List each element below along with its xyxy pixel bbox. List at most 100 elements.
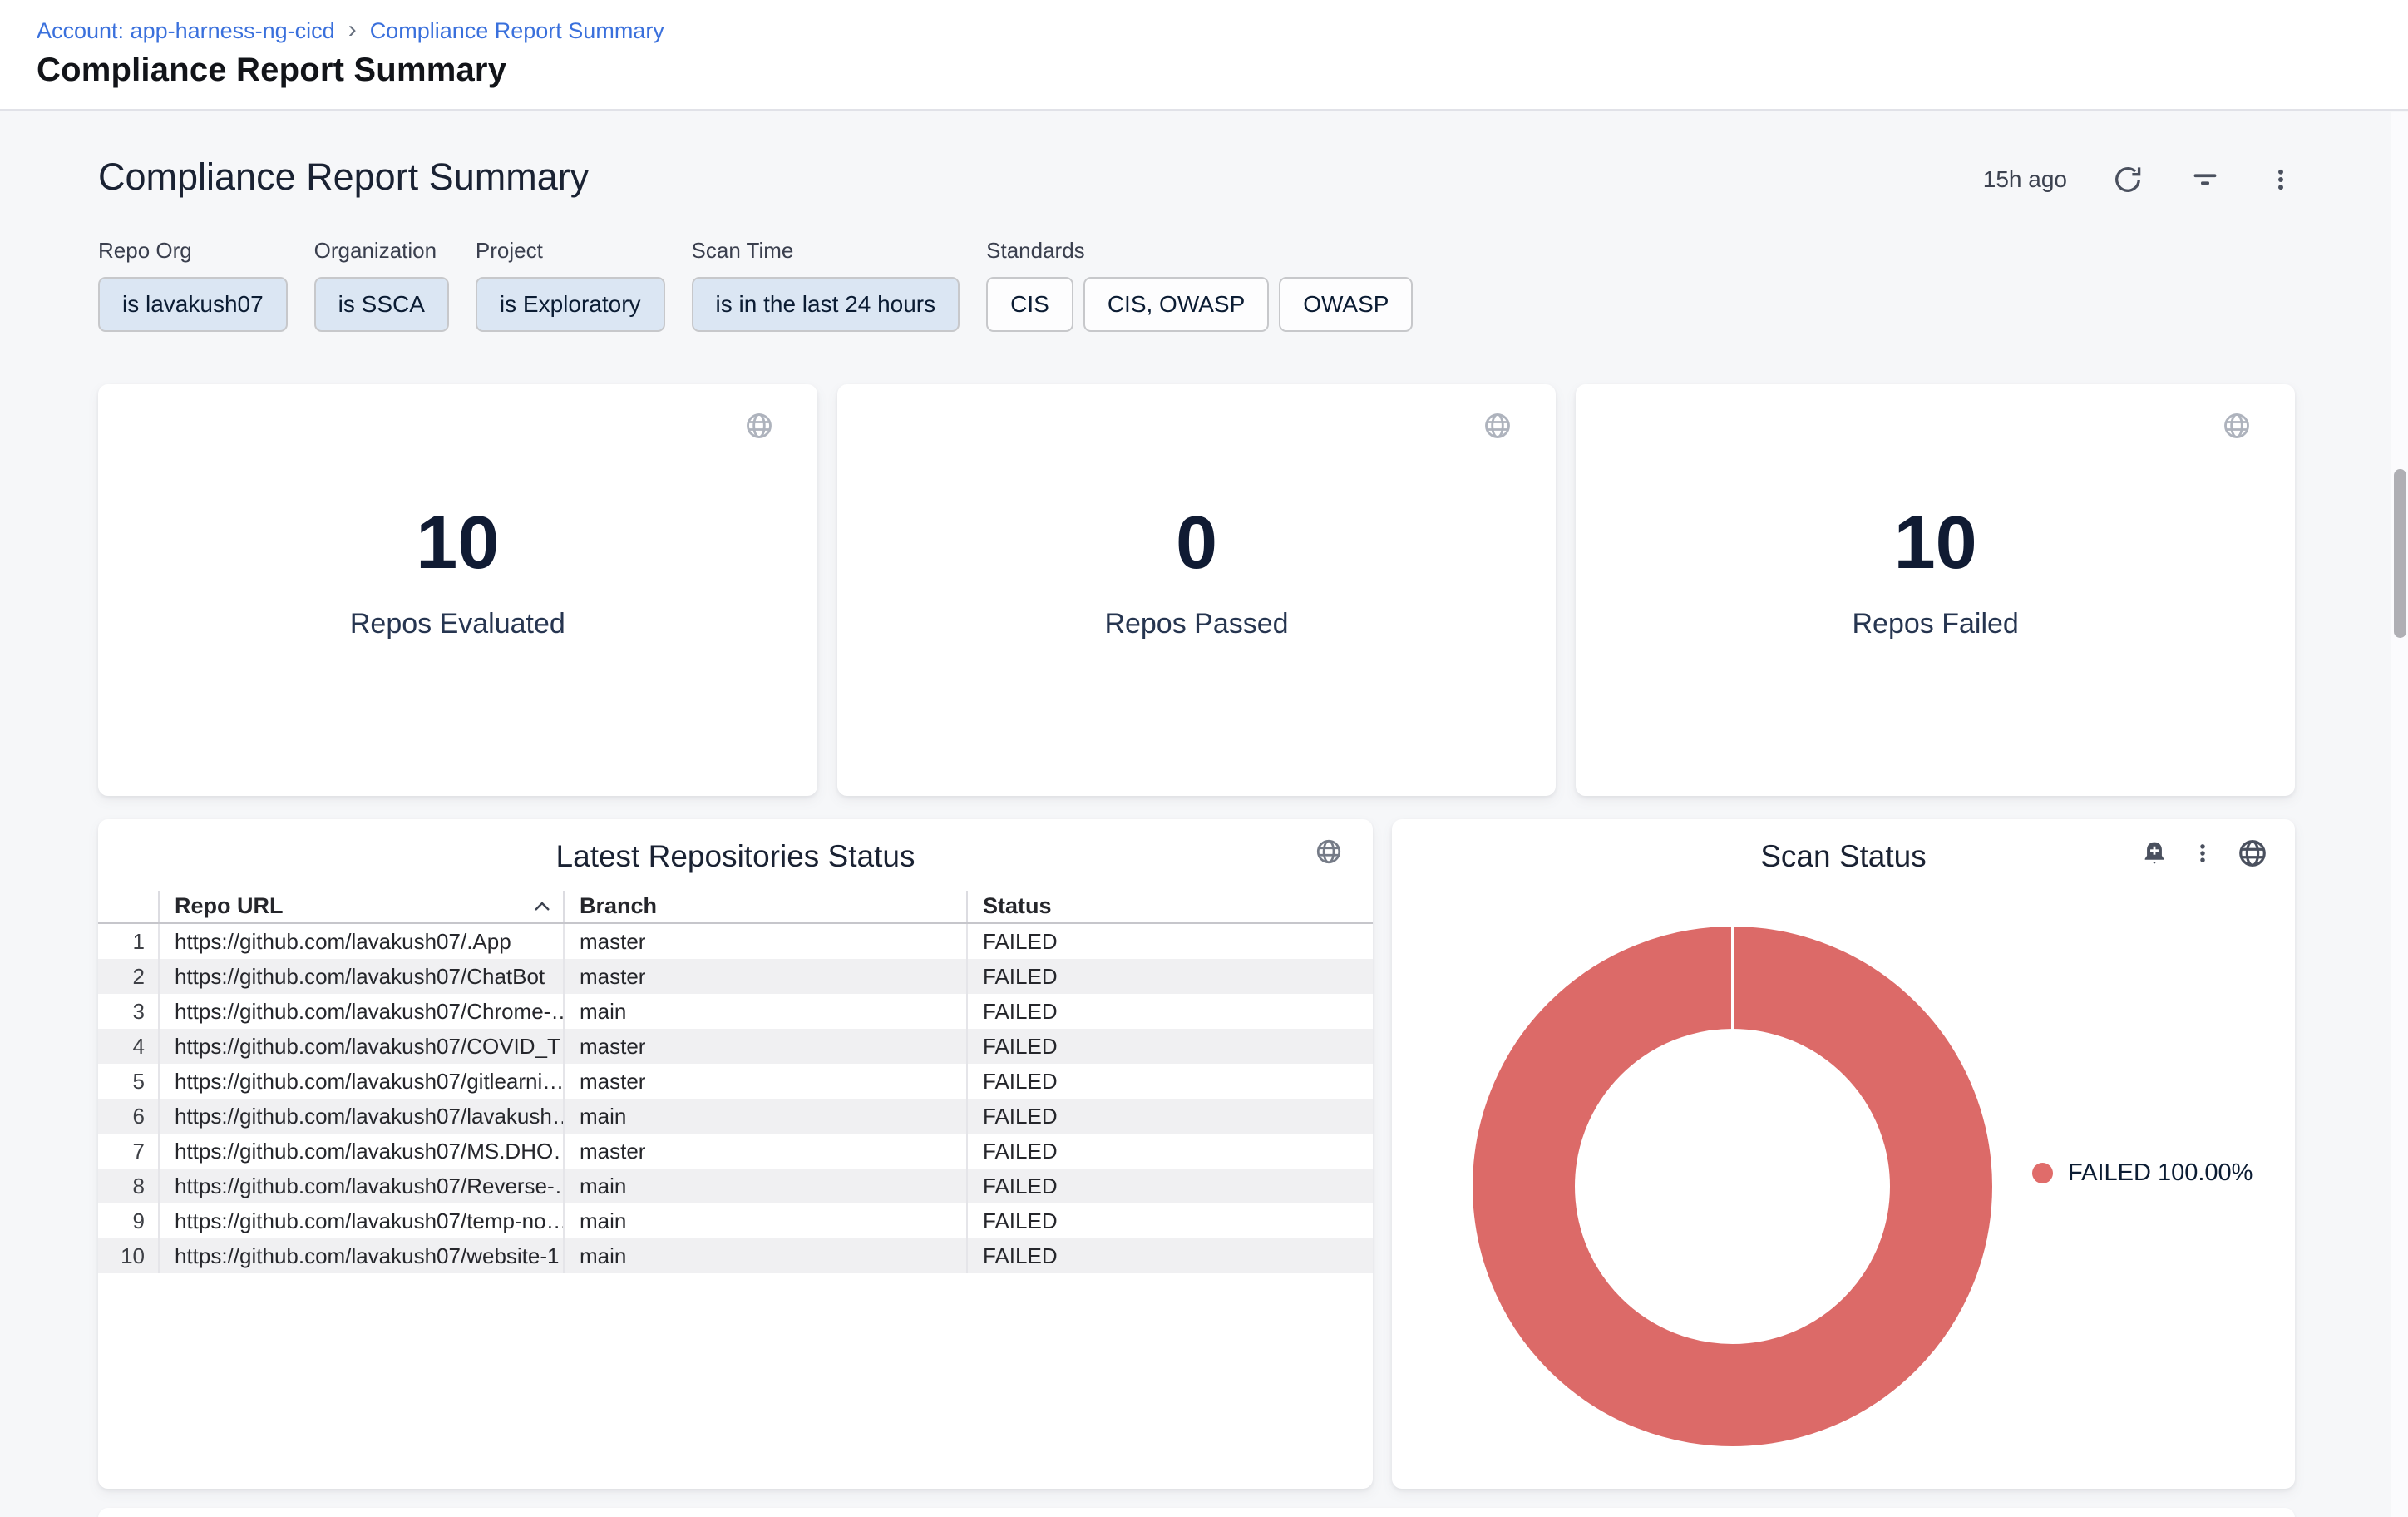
status-cell: FAILED xyxy=(966,994,1373,1029)
kebab-menu-icon xyxy=(2267,166,2295,194)
repo-url-cell: https://github.com/lavakush07/temp-no… xyxy=(158,1203,563,1238)
filter-label: Organization xyxy=(314,238,449,264)
breadcrumb-separator-icon: › xyxy=(348,17,357,42)
status-cell: FAILED xyxy=(966,1064,1373,1099)
filter-icon xyxy=(2188,163,2222,196)
vertical-scrollbar-track[interactable] xyxy=(2391,112,2408,1517)
status-cell: FAILED xyxy=(966,1238,1373,1273)
dashboard-more-button[interactable] xyxy=(2267,166,2295,194)
filter-chip-standards-owasp[interactable]: OWASP xyxy=(1279,277,1413,332)
table-row[interactable]: 6 https://github.com/lavakush07/lavakush… xyxy=(98,1099,1373,1134)
branch-cell: master xyxy=(563,1134,966,1169)
repo-url-cell: https://github.com/lavakush07/website-1 xyxy=(158,1238,563,1273)
stat-card-repos-passed: 0 Repos Passed xyxy=(837,384,1557,796)
repo-url-cell: https://github.com/lavakush07/gitlearni… xyxy=(158,1064,563,1099)
last-refreshed-label: 15h ago xyxy=(1983,166,2067,193)
globe-icon[interactable] xyxy=(2222,411,2252,441)
repo-url-cell: https://github.com/lavakush07/COVID_T… xyxy=(158,1029,563,1064)
repo-url-cell: https://github.com/lavakush07/Reverse-… xyxy=(158,1169,563,1203)
globe-icon[interactable] xyxy=(2237,838,2268,869)
stat-card-repos-failed: 10 Repos Failed xyxy=(1576,384,2295,796)
stat-label: Repos Failed xyxy=(1576,608,2295,640)
filter-label: Standards xyxy=(986,238,1413,264)
status-cell: FAILED xyxy=(966,1203,1373,1238)
filter-group-organization: Organization is SSCA xyxy=(314,238,449,332)
branch-cell: main xyxy=(563,1099,966,1134)
filter-bar: Repo Org is lavakush07 Organization is S… xyxy=(98,238,1413,332)
stat-card-repos-evaluated: 10 Repos Evaluated xyxy=(98,384,817,796)
filter-label: Repo Org xyxy=(98,238,288,264)
filter-group-scan-time: Scan Time is in the last 24 hours xyxy=(692,238,960,332)
filter-chip-organization[interactable]: is SSCA xyxy=(314,277,449,332)
filter-chip-standards-cis[interactable]: CIS xyxy=(986,277,1073,332)
table-row[interactable]: 4 https://github.com/lavakush07/COVID_T…… xyxy=(98,1029,1373,1064)
donut-slice-gap xyxy=(1731,927,1734,1030)
table-row[interactable]: 8 https://github.com/lavakush07/Reverse-… xyxy=(98,1169,1373,1203)
stat-value: 0 xyxy=(837,501,1557,586)
filter-chip-scan-time[interactable]: is in the last 24 hours xyxy=(692,277,960,332)
branch-cell: master xyxy=(563,959,966,994)
branch-cell: main xyxy=(563,1169,966,1203)
column-header-repo-url[interactable]: Repo URL xyxy=(158,891,563,922)
latest-repositories-panel: Latest Repositories Status Repo URL xyxy=(98,819,1373,1489)
globe-icon[interactable] xyxy=(1483,411,1512,441)
table-row[interactable]: 9 https://github.com/lavakush07/temp-no…… xyxy=(98,1203,1373,1238)
status-cell: FAILED xyxy=(966,924,1373,959)
filter-chip-standards-cis-owasp[interactable]: CIS, OWASP xyxy=(1083,277,1269,332)
dashboard-filter-button[interactable] xyxy=(2188,163,2222,196)
filter-chip-repo-org[interactable]: is lavakush07 xyxy=(98,277,288,332)
refresh-icon xyxy=(2112,164,2144,195)
dashboard-title: Compliance Report Summary xyxy=(98,156,589,199)
chart-legend[interactable]: FAILED 100.00% xyxy=(2032,1159,2253,1187)
stat-cards-row: 10 Repos Evaluated 0 Repos Passed 10 Rep… xyxy=(98,384,2295,796)
status-cell: FAILED xyxy=(966,959,1373,994)
branch-cell: master xyxy=(563,924,966,959)
table-row[interactable]: 5 https://github.com/lavakush07/gitlearn… xyxy=(98,1064,1373,1099)
status-cell: FAILED xyxy=(966,1169,1373,1203)
filter-group-standards: Standards CIS CIS, OWASP OWASP xyxy=(986,238,1413,332)
stat-label: Repos Passed xyxy=(837,608,1557,640)
globe-icon[interactable] xyxy=(1315,838,1343,866)
compliance-dashboard-screen: Account: app-harness-ng-cicd › Complianc… xyxy=(0,0,2408,1517)
table-row[interactable]: 3 https://github.com/lavakush07/Chrome-…… xyxy=(98,994,1373,1029)
repo-url-cell: https://github.com/lavakush07/lavakush… xyxy=(158,1099,563,1134)
legend-color-swatch xyxy=(2032,1163,2053,1183)
column-header-status[interactable]: Status xyxy=(966,891,1373,922)
vertical-scrollbar-thumb[interactable] xyxy=(2394,469,2406,638)
next-panel-partial xyxy=(98,1508,2295,1517)
page-title: Compliance Report Summary xyxy=(37,52,506,89)
breadcrumb-page-link[interactable]: Compliance Report Summary xyxy=(370,18,664,44)
scan-status-panel: Scan Status xyxy=(1392,819,2295,1489)
app-header: Account: app-harness-ng-cicd › Complianc… xyxy=(0,0,2408,111)
bell-plus-icon[interactable] xyxy=(2140,839,2169,867)
table-row[interactable]: 10 https://github.com/lavakush07/website… xyxy=(98,1238,1373,1273)
stat-label: Repos Evaluated xyxy=(98,608,817,640)
globe-icon[interactable] xyxy=(744,411,774,441)
stat-value: 10 xyxy=(98,501,817,586)
refresh-button[interactable] xyxy=(2112,164,2144,195)
status-cell: FAILED xyxy=(966,1134,1373,1169)
status-cell: FAILED xyxy=(966,1029,1373,1064)
scan-status-donut-chart[interactable] xyxy=(1473,927,1992,1446)
repo-url-cell: https://github.com/lavakush07/MS.DHO… xyxy=(158,1134,563,1169)
kebab-menu-icon[interactable] xyxy=(2190,841,2215,866)
table-row[interactable]: 7 https://github.com/lavakush07/MS.DHO… … xyxy=(98,1134,1373,1169)
breadcrumb-account-link[interactable]: Account: app-harness-ng-cicd xyxy=(37,18,335,44)
filter-label: Scan Time xyxy=(692,238,960,264)
column-header-branch[interactable]: Branch xyxy=(563,891,966,922)
repositories-table: Repo URL Branch Status 1 https://github.… xyxy=(98,891,1373,1273)
branch-cell: master xyxy=(563,1064,966,1099)
branch-cell: main xyxy=(563,994,966,1029)
table-panel-title: Latest Repositories Status xyxy=(98,839,1373,874)
stat-value: 10 xyxy=(1576,501,2295,586)
filter-group-project: Project is Exploratory xyxy=(476,238,665,332)
legend-label: FAILED 100.00% xyxy=(2068,1159,2253,1187)
table-row[interactable]: 1 https://github.com/lavakush07/.App mas… xyxy=(98,924,1373,959)
status-cell: FAILED xyxy=(966,1099,1373,1134)
filter-chip-project[interactable]: is Exploratory xyxy=(476,277,665,332)
repo-url-cell: https://github.com/lavakush07/.App xyxy=(158,924,563,959)
filter-group-repo-org: Repo Org is lavakush07 xyxy=(98,238,288,332)
filter-label: Project xyxy=(476,238,665,264)
branch-cell: main xyxy=(563,1203,966,1238)
table-row[interactable]: 2 https://github.com/lavakush07/ChatBot … xyxy=(98,959,1373,994)
